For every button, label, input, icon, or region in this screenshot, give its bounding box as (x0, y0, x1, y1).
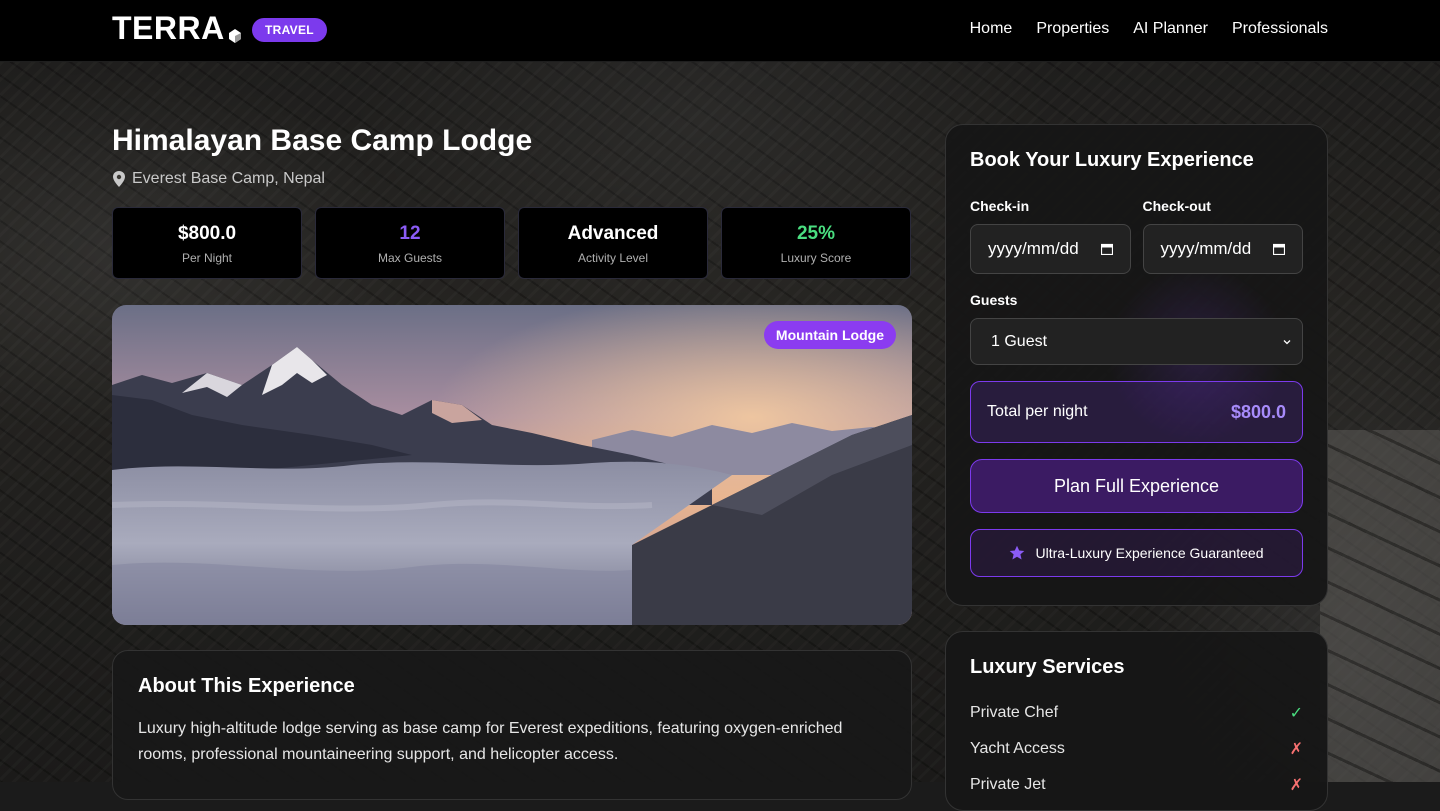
stat-label: Activity Level (577, 251, 649, 265)
nav-link-ai-planner[interactable]: AI Planner (1133, 20, 1208, 38)
total-label: Total per night (987, 403, 1088, 420)
category-badge: Mountain Lodge (763, 321, 896, 349)
plan-full-experience-button[interactable]: Plan Full Experience (970, 459, 1303, 513)
checkout-placeholder: yyyy/mm/dd (1160, 239, 1252, 258)
guests-label: Guests (970, 292, 1018, 308)
stat-label: Max Guests (377, 251, 443, 265)
date-fields: Check-in yyyy/mm/dd Check-out yyyy/mm/dd (970, 198, 1303, 274)
guarantee-banner: Ultra-Luxury Experience Guaranteed (970, 529, 1303, 577)
stat-value: $800.0 (177, 223, 237, 244)
logo-text: TERRA (112, 10, 225, 46)
nav-link-professionals[interactable]: Professionals (1232, 20, 1328, 38)
checkout-date-input[interactable]: yyyy/mm/dd (1142, 224, 1303, 274)
logo-mark-icon (228, 29, 241, 43)
chevron-down-icon (1283, 339, 1291, 344)
page-title: Himalayan Base Camp Lodge (112, 124, 533, 157)
stat-value: 25% (796, 223, 836, 244)
booking-title: Book Your Luxury Experience (970, 149, 1254, 171)
about-section: About This Experience Luxury high-altitu… (112, 650, 912, 800)
checkin-date-input[interactable]: yyyy/mm/dd (970, 224, 1131, 274)
total-price-box: Total per night $800.0 (970, 381, 1303, 443)
property-hero-image: Mountain Lodge (112, 305, 912, 625)
stat-value: Advanced (567, 223, 659, 244)
stat-price: $800.0 Per Night (112, 207, 302, 279)
cross-icon: ✗ (1289, 777, 1303, 794)
checkin-field: Check-in yyyy/mm/dd (970, 198, 1131, 274)
stat-value: 12 (399, 223, 421, 244)
service-item: Private Chef ✓ (970, 695, 1303, 731)
check-icon: ✓ (1289, 705, 1303, 722)
checkout-label: Check-out (1142, 198, 1211, 214)
travel-badge: TRAVEL (252, 18, 327, 42)
about-title: About This Experience (138, 675, 355, 697)
location: Everest Base Camp, Nepal (112, 170, 325, 188)
stats-row: $800.0 Per Night 12 Max Guests Advanced … (112, 207, 911, 279)
checkin-label: Check-in (970, 198, 1030, 214)
calendar-icon[interactable] (1100, 243, 1113, 255)
mountain-landscape-image (112, 305, 912, 625)
guests-selected-value: 1 Guest (991, 332, 1048, 350)
about-description: Luxury high-altitude lodge serving as ba… (138, 720, 843, 763)
service-item: Private Jet ✗ (970, 767, 1303, 803)
guarantee-text: Ultra-Luxury Experience Guaranteed (1035, 545, 1264, 561)
nav-link-properties[interactable]: Properties (1036, 20, 1109, 38)
stat-label: Per Night (181, 251, 233, 265)
location-text: Everest Base Camp, Nepal (132, 170, 325, 187)
service-name: Yacht Access (970, 740, 1065, 757)
stat-luxury-score: 25% Luxury Score (721, 207, 911, 279)
total-value: $800.0 (1230, 401, 1286, 422)
services-title: Luxury Services (970, 656, 1125, 678)
calendar-icon[interactable] (1273, 243, 1285, 255)
checkin-placeholder: yyyy/mm/dd (988, 239, 1079, 258)
logo[interactable]: TERRA (112, 10, 241, 46)
service-name: Private Jet (970, 776, 1046, 793)
nav-link-home[interactable]: Home (970, 20, 1013, 38)
stat-label: Luxury Score (780, 251, 852, 265)
stat-activity-level: Advanced Activity Level (518, 207, 708, 279)
service-item: Yacht Access ✗ (970, 731, 1303, 767)
star-icon (1010, 545, 1025, 560)
luxury-services-card: Luxury Services Private Chef ✓ Yacht Acc… (945, 631, 1328, 811)
booking-card: Book Your Luxury Experience Check-in yyy… (945, 124, 1328, 606)
guests-field: Guests 1 Guest (970, 292, 1303, 365)
map-pin-icon (113, 171, 125, 187)
service-name: Private Chef (970, 704, 1059, 721)
cross-icon: ✗ (1289, 741, 1303, 758)
stat-max-guests: 12 Max Guests (315, 207, 505, 279)
top-navbar: TERRA TRAVEL Home Properties AI Planner … (0, 0, 1440, 62)
nav-menu: Home Properties AI Planner Professionals (970, 20, 1328, 38)
checkout-field: Check-out yyyy/mm/dd (1142, 198, 1303, 274)
guests-select[interactable]: 1 Guest (970, 318, 1303, 365)
